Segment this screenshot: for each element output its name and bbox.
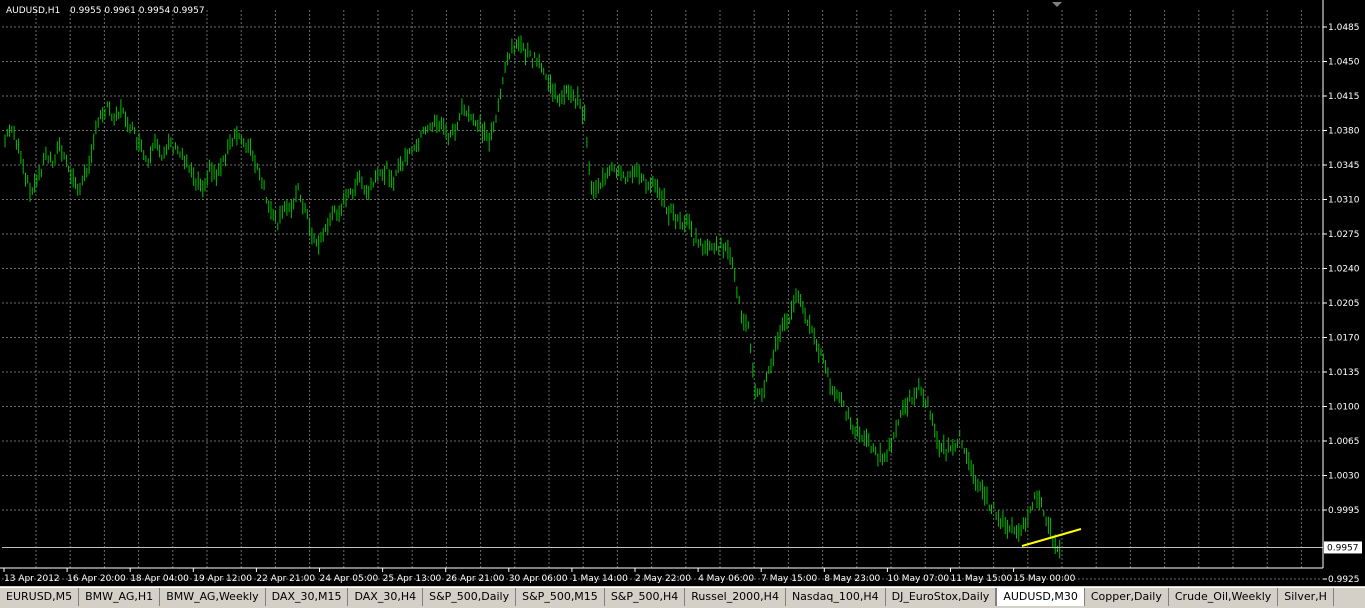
x-tick-label: 30 Apr 06:00 bbox=[509, 574, 568, 584]
x-tick-label: 7 May 15:00 bbox=[761, 574, 817, 584]
x-tick-label: 10 May 07:00 bbox=[887, 574, 949, 584]
chart-tab[interactable]: BMW_AG,Weekly bbox=[160, 588, 266, 606]
x-tick-label: 15 May 00:00 bbox=[1014, 574, 1076, 584]
chart-window[interactable]: 0.9957 1.0485 1.0450 1.0415 1.0380 1.0345 1.0… bbox=[0, 0, 1365, 586]
y-tick-label: 1.0170 bbox=[1328, 334, 1360, 344]
x-tick-label: 13 Apr 2012 bbox=[4, 574, 60, 584]
y-tick-label: 1.0380 bbox=[1328, 127, 1360, 137]
x-tick-label: 16 Apr 20:00 bbox=[67, 574, 126, 584]
chart-tab[interactable]: Nasdaq_100,H4 bbox=[786, 588, 886, 606]
chart-tab[interactable]: S&P_500,Daily bbox=[423, 588, 517, 606]
y-tick-label: 1.0415 bbox=[1328, 92, 1360, 102]
chart-tab[interactable]: DAX_30,H4 bbox=[348, 588, 424, 606]
y-tick-label: 1.0205 bbox=[1328, 299, 1360, 309]
y-tick-label: 1.0450 bbox=[1328, 58, 1360, 68]
y-tick-label: 1.0135 bbox=[1328, 368, 1360, 378]
y-tick-label: 1.0345 bbox=[1328, 161, 1360, 171]
price-bars bbox=[4, 35, 1061, 559]
chart-tabs: EURUSD,M5 BMW_AG,H1 BMW_AG,Weekly DAX_30,M1… bbox=[0, 587, 1365, 608]
x-tick-label: 24 Apr 05:00 bbox=[320, 574, 379, 584]
chart-tab[interactable]: Crude_Oil,Weekly bbox=[1169, 588, 1279, 606]
metatrader-window: 0.9957 1.0485 1.0450 1.0415 1.0380 1.0345 1.0… bbox=[0, 0, 1365, 608]
chart-tab[interactable]: S&P_500,H4 bbox=[605, 588, 686, 606]
chart-tab[interactable]: S&P_500,M15 bbox=[516, 588, 605, 606]
y-tick-label: 1.0275 bbox=[1328, 230, 1360, 240]
trendline[interactable] bbox=[1021, 528, 1082, 547]
price-chart[interactable]: 0.9957 1.04851.04501.04151.03801.03451.0… bbox=[0, 0, 1365, 586]
overlay: 0.9957 bbox=[2, 528, 1362, 554]
chart-tab[interactable]: AUDUSD,M30 bbox=[996, 588, 1085, 606]
current-price-label: 0.9957 bbox=[1327, 543, 1359, 553]
y-tick-label: 1.0030 bbox=[1328, 472, 1360, 482]
axes: 1.0485 1.0450 1.0415 1.0380 1.0345 1.0310 1.02… bbox=[0, 0, 1360, 585]
x-tick-label: 4 May 06:00 bbox=[698, 574, 754, 584]
x-tick-label: 25 Apr 13:00 bbox=[383, 574, 442, 584]
y-tick-label: 1.0310 bbox=[1328, 196, 1360, 206]
chart-tab[interactable]: Copper,Daily bbox=[1085, 588, 1169, 606]
y-tick-label: 1.0485 bbox=[1328, 23, 1360, 33]
chart-tab[interactable]: Russel_2000,H4 bbox=[685, 588, 786, 606]
chart-tab[interactable]: BMW_AG,H1 bbox=[79, 588, 161, 606]
x-tick-label: 11 May 15:00 bbox=[951, 574, 1013, 584]
x-tick-label: 19 Apr 12:00 bbox=[193, 574, 252, 584]
x-tick-label: 18 Apr 04:00 bbox=[130, 574, 189, 584]
chart-tab[interactable]: EURUSD,M5 bbox=[0, 588, 80, 606]
y-tick-label: 0.9995 bbox=[1328, 506, 1360, 516]
y-tick-label: 1.0240 bbox=[1328, 265, 1360, 275]
x-tick-label: 22 Apr 21:00 bbox=[256, 574, 315, 584]
grid bbox=[2, 10, 1323, 580]
symbol-label: AUDUSD,H1 bbox=[6, 6, 60, 16]
x-tick-label: 8 May 23:00 bbox=[824, 574, 880, 584]
y-tick-label: 0.9925 bbox=[1328, 575, 1360, 585]
y-tick-label: 1.0065 bbox=[1328, 437, 1360, 447]
chart-shift-marker-icon[interactable] bbox=[1052, 2, 1062, 7]
x-tick-label: 1 May 14:00 bbox=[572, 574, 628, 584]
x-tick-label: 26 Apr 21:00 bbox=[446, 574, 505, 584]
chart-tab[interactable]: DJ_EuroStox,Daily bbox=[886, 588, 997, 606]
chart-tab[interactable]: DAX_30,M15 bbox=[266, 588, 349, 606]
x-tick-label: 2 May 22:00 bbox=[635, 574, 691, 584]
ohlc-label: 0.9955 0.9961 0.9954 0.9957 bbox=[70, 6, 205, 16]
y-tick-label: 1.0100 bbox=[1328, 403, 1360, 413]
chart-tab[interactable]: Silver,H bbox=[1278, 588, 1334, 606]
